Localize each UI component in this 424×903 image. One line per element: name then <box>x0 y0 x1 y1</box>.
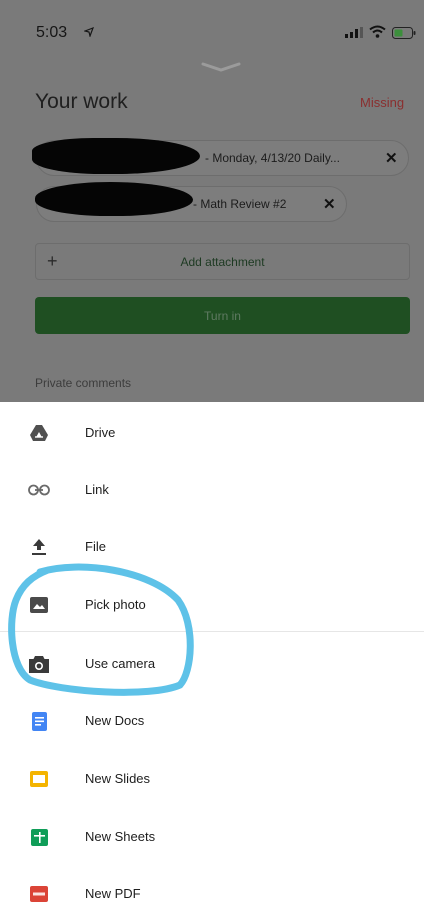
sheet-item-label: Use camera <box>85 656 156 671</box>
sheet-item-label: New Sheets <box>85 829 156 844</box>
status-time: 5:03 <box>36 24 68 41</box>
battery-icon <box>392 27 416 39</box>
divider <box>0 631 424 632</box>
sheet-item-new-pdf[interactable]: New PDF <box>0 863 424 903</box>
link-icon <box>28 479 50 501</box>
sheet-item-new-slides[interactable]: New Slides <box>0 748 424 805</box>
add-attachment-button[interactable]: + Add attachment <box>35 243 410 280</box>
sheets-icon <box>28 826 50 848</box>
photo-icon <box>28 594 50 616</box>
sheet-item-label: New Slides <box>85 771 151 786</box>
status-bar: 5:03 <box>0 0 424 60</box>
drive-icon <box>28 422 50 444</box>
sheet-item-use-camera[interactable]: Use camera <box>0 633 424 690</box>
cellular-signal-icon <box>345 27 363 38</box>
pdf-icon <box>28 883 50 903</box>
attachment-options-sheet: Drive Link File Pick photo Use camera Ne… <box>0 402 424 903</box>
sheet-item-label: File <box>85 539 106 554</box>
sheet-item-drive[interactable]: Drive <box>0 402 424 459</box>
remove-attachment-close-icon[interactable]: ✕ <box>385 149 398 167</box>
status-badge: Missing <box>360 95 405 110</box>
turn-in-label: Turn in <box>204 309 241 323</box>
sheet-item-label: New PDF <box>85 886 141 901</box>
sheet-item-label: Drive <box>85 425 116 440</box>
sheet-item-pick-photo[interactable]: Pick photo <box>0 574 424 631</box>
redaction-mark <box>32 138 200 174</box>
sheet-item-label: Pick photo <box>85 597 146 612</box>
upload-icon <box>28 536 50 558</box>
add-attachment-label: Add attachment <box>180 255 265 269</box>
sheet-handle-chevron-icon[interactable] <box>201 60 241 74</box>
remove-attachment-close-icon[interactable]: ✕ <box>323 195 336 213</box>
sheet-item-link[interactable]: Link <box>0 459 424 516</box>
sheet-item-new-docs[interactable]: New Docs <box>0 690 424 747</box>
your-work-title: Your work <box>35 90 128 113</box>
sheet-item-new-sheets[interactable]: New Sheets <box>0 806 424 863</box>
camera-icon <box>28 653 50 675</box>
sheet-item-label: New Docs <box>85 713 145 728</box>
private-comments-label: Private comments <box>35 376 132 390</box>
wifi-icon <box>369 25 386 38</box>
slides-icon <box>28 768 50 790</box>
sheet-item-label: Link <box>85 482 109 497</box>
location-arrow-icon <box>84 27 94 37</box>
attachment-title: - Math Review #2 <box>193 197 287 211</box>
attachment-title: - Monday, 4/13/20 Daily... <box>205 151 340 165</box>
docs-icon <box>28 710 50 732</box>
sheet-item-file[interactable]: File <box>0 516 424 573</box>
turn-in-button[interactable]: Turn in <box>35 297 410 334</box>
redaction-mark <box>35 182 193 216</box>
dimmed-background[interactable]: 5:03 Your work Missing - Monday, 4/13/20… <box>0 0 424 402</box>
